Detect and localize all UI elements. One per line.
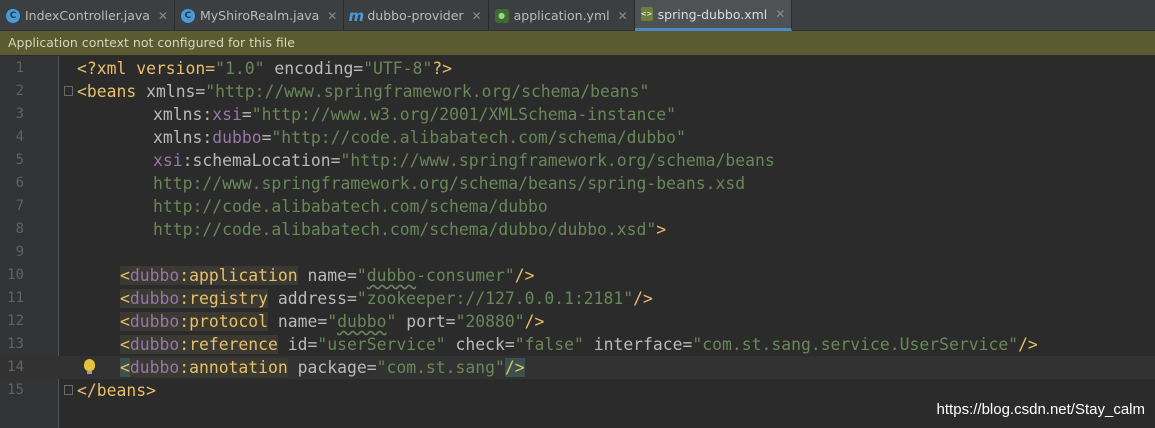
code-editor[interactable]: 1 <?xml version="1.0" encoding="UTF-8"?>… bbox=[0, 56, 1155, 428]
tab-dubbo-provider[interactable]: m dubbo-provider ✕ bbox=[344, 0, 489, 31]
code-line: 5 xsi:schemaLocation="http://www.springf… bbox=[0, 149, 1155, 172]
line-number: 15 bbox=[7, 382, 24, 398]
fold-icon[interactable] bbox=[64, 86, 73, 96]
line-number: 8 bbox=[15, 221, 24, 237]
line-number: 6 bbox=[15, 175, 24, 191]
close-icon[interactable]: ✕ bbox=[158, 9, 168, 23]
tab-application-yml[interactable]: ● application.yml ✕ bbox=[489, 0, 635, 31]
code-line-current: 14 <dubbo:annotation package="com.st.san… bbox=[0, 356, 1155, 379]
line-number: 14 bbox=[7, 359, 24, 375]
code-text[interactable]: xmlns:dubbo="http://code.alibabatech.com… bbox=[153, 126, 686, 149]
code-line: 11 <dubbo:registry address="zookeeper://… bbox=[0, 287, 1155, 310]
line-number: 3 bbox=[15, 106, 24, 122]
close-icon[interactable]: ✕ bbox=[327, 9, 337, 23]
context-notice-bar: Application context not configured for t… bbox=[0, 31, 1155, 55]
line-number: 5 bbox=[15, 152, 24, 168]
line-number: 10 bbox=[7, 267, 24, 283]
maven-m-icon: m bbox=[348, 6, 365, 25]
code-text[interactable]: <dubbo:registry address="zookeeper://127… bbox=[120, 287, 653, 310]
code-text[interactable]: http://www.springframework.org/schema/be… bbox=[153, 172, 745, 195]
line-number: 1 bbox=[15, 60, 24, 76]
tab-label: application.yml bbox=[513, 8, 610, 23]
code-text[interactable]: </beans> bbox=[77, 379, 156, 402]
tab-label: spring-dubbo.xml bbox=[657, 6, 768, 22]
line-number: 13 bbox=[7, 336, 24, 352]
code-text[interactable]: <beans xmlns="http://www.springframework… bbox=[77, 80, 649, 103]
tab-label: IndexController.java bbox=[25, 8, 150, 23]
line-number: 12 bbox=[7, 313, 24, 329]
code-line: 6 http://www.springframework.org/schema/… bbox=[0, 172, 1155, 195]
code-line: 15 </beans> bbox=[0, 379, 1155, 402]
editor-tab-bar: C IndexController.java ✕ C MyShiroRealm.… bbox=[0, 0, 1155, 31]
code-line: 4 xmlns:dubbo="http://code.alibabatech.c… bbox=[0, 126, 1155, 149]
tab-spring-dubbo-xml[interactable]: <> spring-dubbo.xml ✕ bbox=[634, 0, 793, 31]
yml-icon: ● bbox=[494, 8, 509, 23]
tab-label: MyShiroRealm.java bbox=[199, 8, 320, 23]
code-line: 10 <dubbo:application name="dubbo-consum… bbox=[0, 264, 1155, 287]
code-line: 8 http://code.alibabatech.com/schema/dub… bbox=[0, 218, 1155, 241]
lightbulb-icon[interactable] bbox=[84, 359, 95, 374]
line-number: 2 bbox=[15, 83, 24, 99]
close-icon[interactable]: ✕ bbox=[775, 7, 785, 21]
code-line: 3 xmlns:xsi="http://www.w3.org/2001/XMLS… bbox=[0, 103, 1155, 126]
tab-myshiro-realm[interactable]: C MyShiroRealm.java ✕ bbox=[175, 0, 345, 31]
fold-icon[interactable] bbox=[64, 385, 73, 395]
line-number: 4 bbox=[15, 129, 24, 145]
line-number: 11 bbox=[7, 290, 24, 306]
xml-icon: <> bbox=[640, 7, 653, 21]
code-text[interactable]: <?xml version="1.0" encoding="UTF-8"?> bbox=[77, 57, 452, 80]
code-text[interactable]: xsi:schemaLocation="http://www.springfra… bbox=[153, 149, 775, 172]
tab-label: dubbo-provider bbox=[367, 8, 464, 23]
code-text[interactable]: http://code.alibabatech.com/schema/dubbo bbox=[153, 195, 548, 218]
close-icon[interactable]: ✕ bbox=[618, 9, 628, 23]
watermark: https://blog.csdn.net/Stay_calm bbox=[936, 401, 1145, 418]
code-line: 12 <dubbo:protocol name="dubbo" port="20… bbox=[0, 310, 1155, 333]
code-text[interactable]: xmlns:xsi="http://www.w3.org/2001/XMLSch… bbox=[153, 103, 676, 126]
code-text[interactable]: <dubbo:annotation package="com.st.sang"/… bbox=[120, 356, 525, 379]
tab-index-controller[interactable]: C IndexController.java ✕ bbox=[0, 0, 175, 31]
code-line: 9 bbox=[0, 241, 1155, 264]
notice-text: Application context not configured for t… bbox=[8, 35, 295, 50]
code-text[interactable]: <dubbo:protocol name="dubbo" port="20880… bbox=[120, 310, 544, 333]
close-icon[interactable]: ✕ bbox=[472, 9, 482, 23]
code-text[interactable]: <dubbo:reference id="userService" check=… bbox=[120, 333, 1038, 356]
code-line: 7 http://code.alibabatech.com/schema/dub… bbox=[0, 195, 1155, 218]
code-text[interactable]: http://code.alibabatech.com/schema/dubbo… bbox=[153, 218, 666, 241]
line-number: 7 bbox=[15, 198, 24, 214]
code-line: 13 <dubbo:reference id="userService" che… bbox=[0, 333, 1155, 356]
class-c-icon: C bbox=[6, 8, 20, 23]
code-text[interactable]: <dubbo:application name="dubbo-consumer"… bbox=[120, 264, 535, 287]
line-number: 9 bbox=[15, 244, 24, 260]
code-line: 2 <beans xmlns="http://www.springframewo… bbox=[0, 80, 1155, 103]
code-line: 1 <?xml version="1.0" encoding="UTF-8"?> bbox=[0, 57, 1155, 80]
class-c-icon: C bbox=[180, 8, 195, 23]
